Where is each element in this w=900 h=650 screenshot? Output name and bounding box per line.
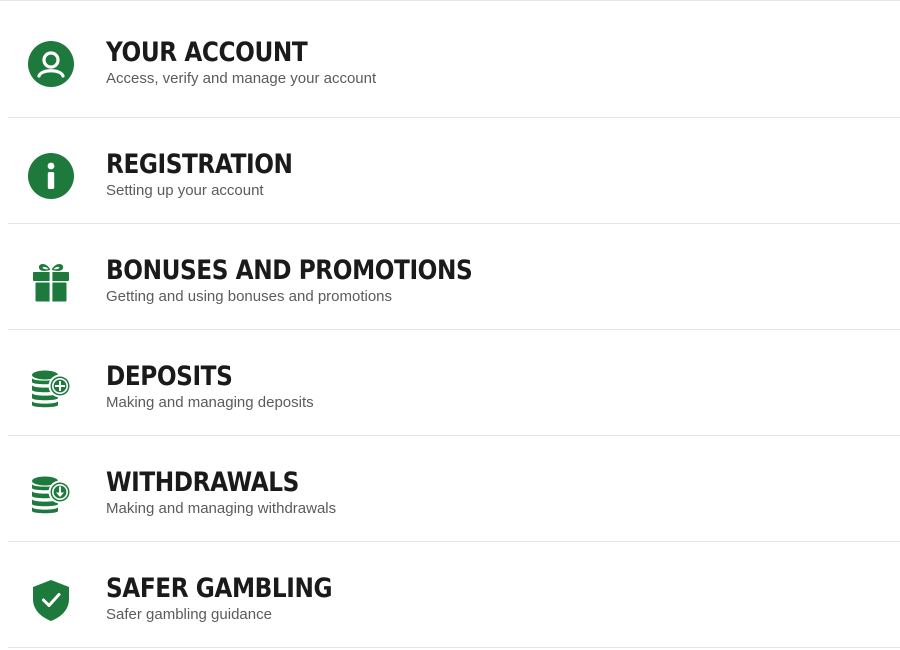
shield-check-icon xyxy=(27,576,75,624)
help-item-safer-gambling[interactable]: SAFER GAMBLING Safer gambling guidance xyxy=(8,542,900,648)
help-item-bonuses-and-promotions[interactable]: BONUSES AND PROMOTIONS Getting and using… xyxy=(8,224,900,330)
help-item-text: DEPOSITS Making and managing deposits xyxy=(106,361,314,413)
gift-icon xyxy=(27,258,75,306)
user-circle-icon xyxy=(27,40,75,88)
help-item-subtitle: Making and managing deposits xyxy=(106,394,314,411)
info-circle-icon xyxy=(27,152,75,200)
help-item-title: SAFER GAMBLING xyxy=(106,573,333,604)
help-item-subtitle: Making and managing withdrawals xyxy=(106,500,337,517)
help-item-text: SAFER GAMBLING Safer gambling guidance xyxy=(106,573,369,625)
help-item-text: BONUSES AND PROMOTIONS Getting and using… xyxy=(106,255,532,307)
help-item-title: DEPOSITS xyxy=(106,361,233,392)
help-item-text: WITHDRAWALS Making and managing withdraw… xyxy=(106,467,336,519)
help-item-deposits[interactable]: DEPOSITS Making and managing deposits xyxy=(8,330,900,436)
help-item-text: REGISTRATION Setting up your account xyxy=(106,149,323,201)
help-item-subtitle: Setting up your account xyxy=(106,182,264,199)
help-item-title: YOUR ACCOUNT xyxy=(106,37,308,68)
help-item-title: WITHDRAWALS xyxy=(106,467,299,498)
help-item-registration[interactable]: REGISTRATION Setting up your account xyxy=(8,118,900,224)
help-item-text: YOUR ACCOUNT Access, verify and manage y… xyxy=(106,37,376,89)
help-item-subtitle: Getting and using bonuses and promotions xyxy=(106,288,393,305)
help-item-title: BONUSES AND PROMOTIONS xyxy=(106,255,473,286)
help-topic-list: YOUR ACCOUNT Access, verify and manage y… xyxy=(0,0,900,648)
coins-plus-icon xyxy=(27,364,75,412)
help-item-your-account[interactable]: YOUR ACCOUNT Access, verify and manage y… xyxy=(8,0,900,118)
help-item-title: REGISTRATION xyxy=(106,149,293,180)
help-item-subtitle: Safer gambling guidance xyxy=(106,606,272,623)
help-item-withdrawals[interactable]: WITHDRAWALS Making and managing withdraw… xyxy=(8,436,900,542)
help-item-subtitle: Access, verify and manage your account xyxy=(106,70,377,87)
coins-download-icon xyxy=(27,470,75,518)
